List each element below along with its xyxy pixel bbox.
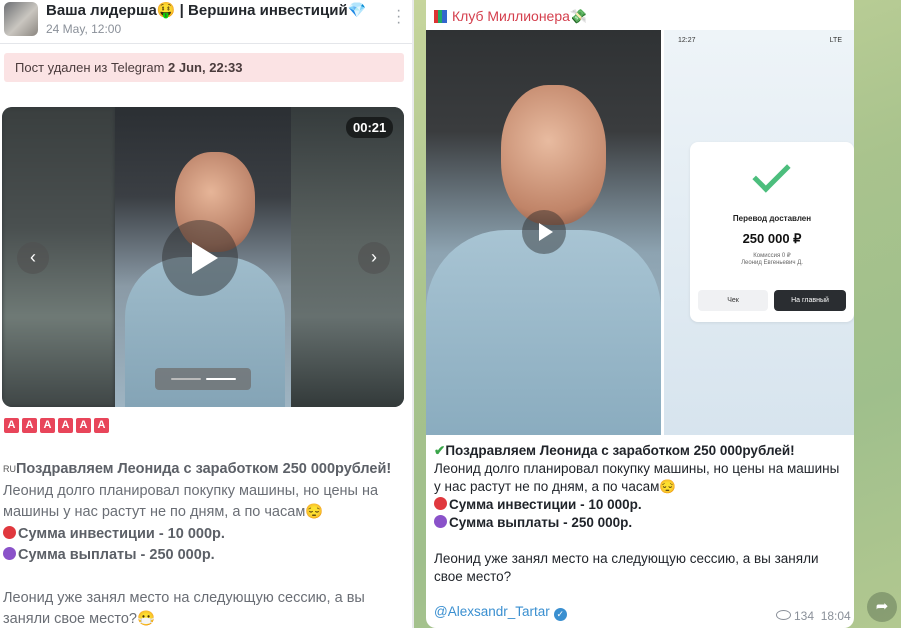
verified-icon: ✓	[553, 608, 567, 621]
video-duration: 00:21	[346, 117, 394, 138]
right-closing: Леонид уже занял место на следующую сесс…	[434, 551, 819, 584]
a-badge-icon: A	[4, 418, 19, 433]
message-meta: 134 18:04	[776, 609, 851, 623]
carousel-indicator[interactable]	[155, 368, 251, 390]
deleted-notice: Пост удален из Telegram 2 Jun, 22:33	[4, 53, 404, 82]
receipt-button: Чек	[698, 290, 768, 311]
deleted-notice-text: Пост удален из Telegram	[15, 60, 169, 75]
play-icon[interactable]	[162, 220, 238, 296]
deleted-date: 2 Jun, 22:33	[168, 60, 243, 75]
panel-separator	[412, 0, 414, 628]
right-chat-panel: Клуб Миллионера💸 12:27 LTE Перевод доста…	[412, 0, 901, 628]
left-payout: Сумма выплаты - 250 000р.	[18, 547, 215, 563]
video-carousel[interactable]: 00:21 ‹ ›	[2, 107, 404, 407]
purple-circle-icon	[3, 547, 16, 560]
red-circle-icon	[3, 525, 16, 539]
a-badge-icon: A	[76, 418, 91, 433]
next-arrow-icon[interactable]: ›	[358, 242, 390, 274]
a-badge-icon: A	[94, 418, 109, 433]
prev-arrow-icon[interactable]: ‹	[17, 242, 49, 274]
right-channel-name[interactable]: Клуб Миллионера💸	[434, 8, 587, 25]
eye-icon	[776, 610, 791, 620]
author-name[interactable]: @Alexsandr_Tartar	[434, 604, 550, 619]
right-headline: Поздравляем Леонида с заработком 250 000…	[445, 443, 795, 458]
forward-icon[interactable]: ➦	[867, 592, 897, 622]
transfer-title: Перевод доставлен	[732, 214, 812, 223]
left-post-panel: Ваша лидерша🤑 | Вершина инвестиций💎 24 M…	[0, 0, 412, 628]
author-link[interactable]: @Alexsandr_Tartar ✓	[434, 604, 567, 621]
transfer-fee: Комиссия 0 ₽	[753, 253, 791, 259]
video-person-head	[501, 85, 606, 225]
message-time: 18:04	[820, 609, 851, 623]
transfer-amount: 250 000 ₽	[742, 231, 802, 246]
video-person-body	[426, 230, 661, 435]
check-icon	[752, 154, 791, 193]
carousel-dot-1[interactable]	[171, 378, 201, 380]
view-count: 134	[794, 609, 815, 623]
transfer-recipient: Леонид Евгеньевич Д.	[741, 260, 803, 266]
chart-icon	[434, 10, 447, 23]
post-date: 24 May, 12:00	[46, 22, 122, 36]
right-post-text: ✔Поздравляем Леонида с заработком 250 00…	[434, 442, 848, 586]
right-video-thumbnail[interactable]	[426, 30, 661, 435]
purple-circle-icon	[434, 515, 447, 528]
carousel-dot-2[interactable]	[206, 378, 236, 380]
checkmark-icon: ✔	[434, 443, 446, 458]
more-options-icon[interactable]: · · ·	[396, 3, 401, 31]
phone-time: 12:27	[678, 37, 696, 44]
home-button: На главный	[774, 290, 846, 311]
transfer-card: Перевод доставлен 250 000 ₽ Комиссия 0 ₽…	[690, 142, 854, 322]
channel-name[interactable]: Ваша лидерша🤑 | Вершина инвестиций💎	[46, 1, 366, 19]
left-body: Леонид долго планировал покупку машины, …	[3, 482, 379, 521]
right-channel-name-text: Клуб Миллионера💸	[452, 8, 588, 24]
a-badge-icon: A	[22, 418, 37, 433]
message-bubble[interactable]: Клуб Миллионера💸 12:27 LTE Перевод доста…	[426, 0, 854, 628]
ru-flag-icon: RU	[3, 464, 16, 474]
a-badge-icon: A	[40, 418, 55, 433]
a-badge-icon: A	[58, 418, 73, 433]
left-headline: Поздравляем Леонида с заработком 250 000…	[16, 461, 392, 477]
left-post-text: RUПоздравляем Леонида с заработком 250 0…	[3, 459, 409, 628]
header-divider	[0, 43, 412, 44]
channel-avatar[interactable]	[4, 2, 38, 36]
payment-screenshot[interactable]: 12:27 LTE Перевод доставлен 250 000 ₽ Ко…	[664, 30, 854, 435]
right-payout: Сумма выплаты - 250 000р.	[449, 515, 633, 530]
right-investment: Сумма инвестиции - 10 000р.	[449, 497, 642, 512]
phone-network: LTE	[829, 37, 842, 44]
left-investment: Сумма инвестиции - 10 000р.	[18, 525, 225, 542]
red-circle-icon	[434, 497, 447, 510]
right-body: Леонид долго планировал покупку машины, …	[434, 461, 840, 494]
badge-row: A A A A A A	[4, 418, 109, 433]
play-icon[interactable]	[522, 210, 566, 254]
left-closing: Леонид уже занял место на следующую сесс…	[3, 589, 365, 628]
